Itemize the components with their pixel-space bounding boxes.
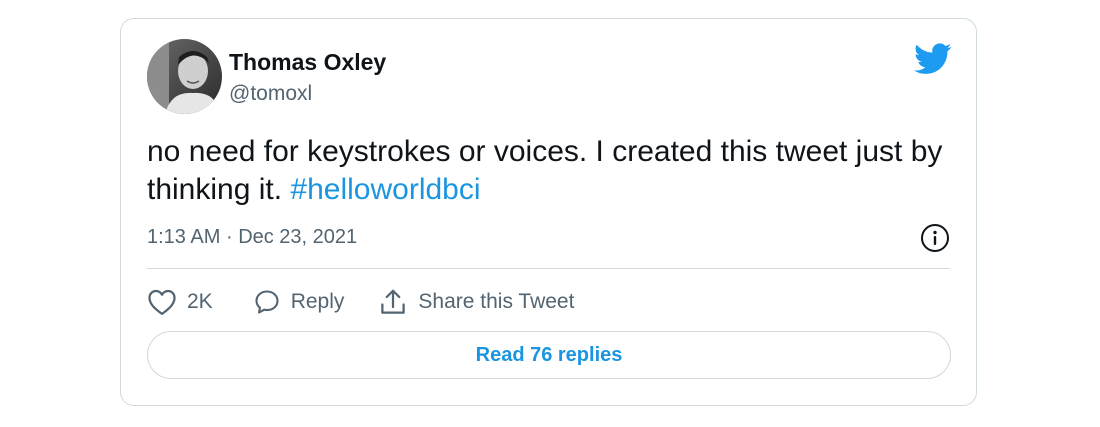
author-handle[interactable]: @tomoxl (229, 82, 312, 106)
tweet-date[interactable]: Dec 23, 2021 (238, 226, 357, 248)
author-name[interactable]: Thomas Oxley (229, 49, 386, 76)
time-separator: · (225, 226, 233, 248)
heart-icon (147, 288, 177, 316)
speech-bubble-icon (253, 288, 281, 316)
avatar-photo (147, 39, 222, 114)
read-replies-button[interactable]: Read 76 replies (147, 331, 951, 379)
share-upload-icon (378, 287, 408, 317)
share-label: Share this Tweet (418, 290, 575, 313)
like-count: 2K (187, 290, 213, 313)
info-icon[interactable] (920, 223, 950, 253)
hashtag-link[interactable]: #helloworldbci (290, 173, 480, 206)
share-button[interactable]: Share this Tweet (378, 287, 574, 317)
twitter-bird-icon[interactable] (914, 43, 952, 75)
reply-button[interactable]: Reply (253, 288, 345, 316)
divider (147, 268, 950, 269)
action-bar: 2K Reply Share this Tweet (147, 285, 574, 319)
reply-label: Reply (290, 290, 345, 313)
avatar[interactable] (147, 39, 222, 114)
tweet-body: no need for keystrokes or voices. I crea… (147, 135, 943, 206)
tweet-time[interactable]: 1:13 AM (147, 226, 220, 248)
tweet-text: no need for keystrokes or voices. I crea… (147, 133, 947, 209)
read-replies-label: Read 76 replies (475, 343, 623, 366)
tweet-timestamp[interactable]: 1:13 AM · Dec 23, 2021 (147, 226, 357, 249)
tweet-card: Thomas Oxley @tomoxl no need for keystro… (120, 18, 977, 406)
like-button[interactable]: 2K (147, 288, 213, 316)
